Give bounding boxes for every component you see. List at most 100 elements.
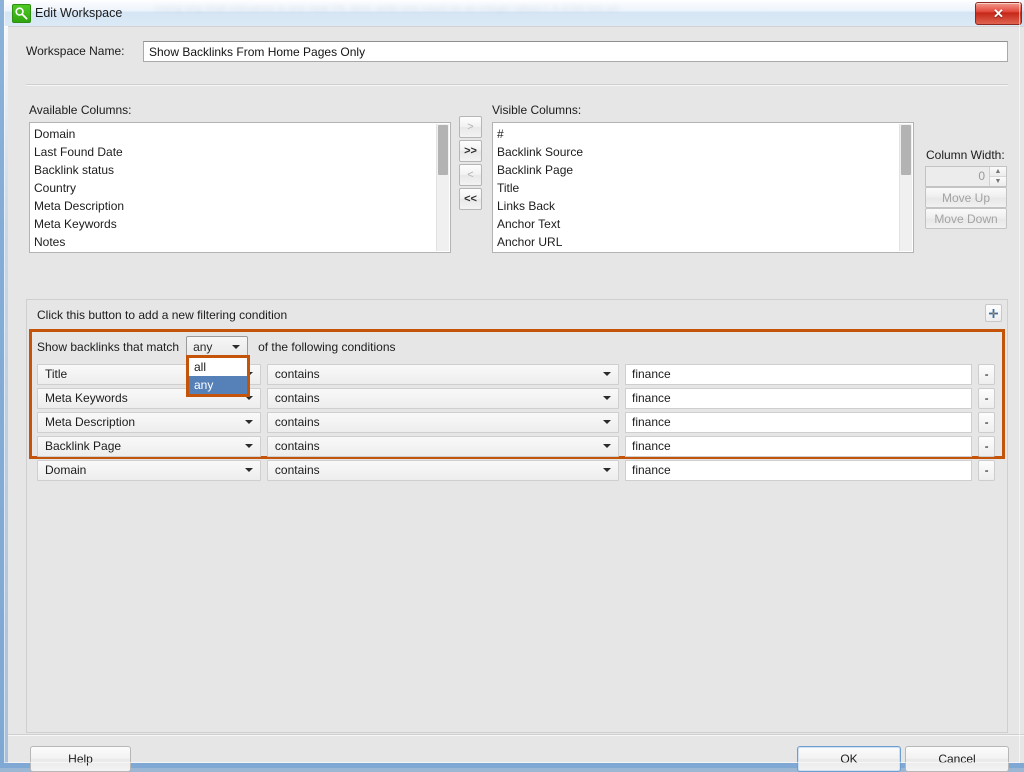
- move-left-button[interactable]: <: [459, 164, 482, 186]
- list-item[interactable]: Last Found Date: [30, 143, 450, 161]
- list-item[interactable]: #: [493, 125, 913, 143]
- list-item[interactable]: Backlink Source: [493, 143, 913, 161]
- column-width-label: Column Width:: [926, 148, 1005, 162]
- close-button[interactable]: ✕: [975, 2, 1022, 25]
- ok-button[interactable]: OK: [797, 746, 901, 772]
- chevron-down-icon: [245, 444, 253, 448]
- filter-operator-value: contains: [275, 415, 320, 429]
- match-suffix-label: of the following conditions: [258, 340, 395, 354]
- filter-field-select[interactable]: Meta Description: [37, 412, 261, 433]
- list-item[interactable]: Meta Description: [30, 197, 450, 215]
- filter-operator-select[interactable]: contains: [267, 460, 619, 481]
- available-list-scrollbar[interactable]: [436, 124, 449, 251]
- match-prefix-label: Show backlinks that match: [37, 340, 179, 354]
- move-down-button[interactable]: Move Down: [925, 208, 1007, 229]
- edit-workspace-window: Edit Workspace ✕ Workspace Name: Availab…: [0, 0, 1024, 768]
- list-item[interactable]: Anchor URL: [493, 233, 913, 251]
- chevron-down-icon[interactable]: ▼: [990, 177, 1006, 186]
- move-right-button[interactable]: >: [459, 116, 482, 138]
- window-title: Edit Workspace: [35, 4, 122, 22]
- table-row: Meta Description contains -: [37, 410, 995, 434]
- column-width-arrows[interactable]: ▲ ▼: [989, 167, 1006, 186]
- filter-operator-value: contains: [275, 463, 320, 477]
- filter-value-input[interactable]: [625, 460, 972, 481]
- available-columns-list[interactable]: Domain Last Found Date Backlink status C…: [29, 122, 451, 253]
- move-all-right-button[interactable]: >>: [459, 140, 482, 162]
- visible-columns-list[interactable]: # Backlink Source Backlink Page Title Li…: [492, 122, 914, 253]
- magnifier-icon: [12, 4, 31, 23]
- filter-field-value: Meta Description: [45, 415, 135, 429]
- filter-value-input[interactable]: [625, 436, 972, 457]
- columns-section: Available Columns: Visible Columns: Doma…: [26, 72, 1008, 287]
- list-item[interactable]: Country: [30, 179, 450, 197]
- list-item[interactable]: Meta Keywords: [30, 215, 450, 233]
- chevron-down-icon: [603, 372, 611, 376]
- dropdown-option-any[interactable]: any: [189, 376, 247, 394]
- plus-icon: [989, 309, 998, 318]
- filter-field-value: Meta Keywords: [45, 391, 128, 405]
- footer-divider: [8, 734, 1024, 736]
- table-row: Meta Keywords contains -: [37, 386, 995, 410]
- remove-condition-button[interactable]: -: [978, 460, 995, 481]
- chevron-down-icon: [603, 468, 611, 472]
- filter-operator-select[interactable]: contains: [267, 364, 619, 385]
- filter-field-select[interactable]: Domain: [37, 460, 261, 481]
- list-item[interactable]: Backlink Page: [493, 161, 913, 179]
- filter-operator-value: contains: [275, 439, 320, 453]
- filter-value-input[interactable]: [625, 388, 972, 409]
- table-row: Domain contains -: [37, 458, 995, 482]
- remove-condition-button[interactable]: -: [978, 388, 995, 409]
- match-mode-value: any: [193, 340, 212, 354]
- remove-condition-button[interactable]: -: [978, 364, 995, 385]
- list-item[interactable]: Links Back: [493, 197, 913, 215]
- filter-operator-value: contains: [275, 391, 320, 405]
- filter-value-input[interactable]: [625, 412, 972, 433]
- filter-operator-value: contains: [275, 367, 320, 381]
- workspace-name-row: Workspace Name:: [26, 41, 1008, 63]
- chevron-down-icon: [245, 468, 253, 472]
- filter-rows: Title contains - Meta Keywords: [37, 362, 995, 482]
- section-divider-top: [26, 84, 1008, 86]
- list-item[interactable]: Title: [493, 179, 913, 197]
- column-width-value: 0: [926, 167, 989, 186]
- scrollbar-thumb[interactable]: [901, 125, 911, 175]
- filter-operator-select[interactable]: contains: [267, 388, 619, 409]
- visible-columns-label: Visible Columns:: [492, 103, 581, 117]
- move-up-button[interactable]: Move Up: [925, 187, 1007, 208]
- scrollbar-thumb[interactable]: [438, 125, 448, 175]
- filter-field-value: Domain: [45, 463, 86, 477]
- dialog-body: Workspace Name: Available Columns: Visib…: [8, 26, 1024, 763]
- add-condition-hint: Click this button to add a new filtering…: [37, 308, 287, 322]
- list-item[interactable]: Notes: [30, 233, 450, 251]
- available-columns-label: Available Columns:: [29, 103, 132, 117]
- filter-field-select[interactable]: Backlink Page: [37, 436, 261, 457]
- remove-condition-button[interactable]: -: [978, 412, 995, 433]
- list-item[interactable]: Backlink status: [30, 161, 450, 179]
- column-width-stepper[interactable]: 0 ▲ ▼: [925, 166, 1007, 187]
- filter-panel: Click this button to add a new filtering…: [26, 299, 1008, 733]
- list-item[interactable]: Domain: [30, 125, 450, 143]
- chevron-down-icon: [603, 396, 611, 400]
- filter-operator-select[interactable]: contains: [267, 436, 619, 457]
- add-condition-button[interactable]: [985, 304, 1002, 322]
- workspace-name-label: Workspace Name:: [26, 44, 124, 58]
- filter-field-value: Backlink Page: [45, 439, 121, 453]
- filter-field-value: Title: [45, 367, 67, 381]
- list-item[interactable]: Anchor Text: [493, 215, 913, 233]
- filter-operator-select[interactable]: contains: [267, 412, 619, 433]
- title-bar: Edit Workspace ✕: [4, 0, 1024, 27]
- table-row: Title contains -: [37, 362, 995, 386]
- visible-list-scrollbar[interactable]: [899, 124, 912, 251]
- cancel-button[interactable]: Cancel: [905, 746, 1009, 772]
- workspace-name-input[interactable]: [143, 41, 1008, 62]
- dropdown-option-all[interactable]: all: [189, 358, 247, 376]
- chevron-down-icon: [245, 420, 253, 424]
- help-button[interactable]: Help: [30, 746, 131, 772]
- move-all-left-button[interactable]: <<: [459, 188, 482, 210]
- match-mode-dropdown[interactable]: all any: [186, 355, 250, 397]
- filter-value-input[interactable]: [625, 364, 972, 385]
- table-row: Backlink Page contains -: [37, 434, 995, 458]
- chevron-up-icon[interactable]: ▲: [990, 167, 1006, 177]
- chevron-down-icon: [603, 420, 611, 424]
- remove-condition-button[interactable]: -: [978, 436, 995, 457]
